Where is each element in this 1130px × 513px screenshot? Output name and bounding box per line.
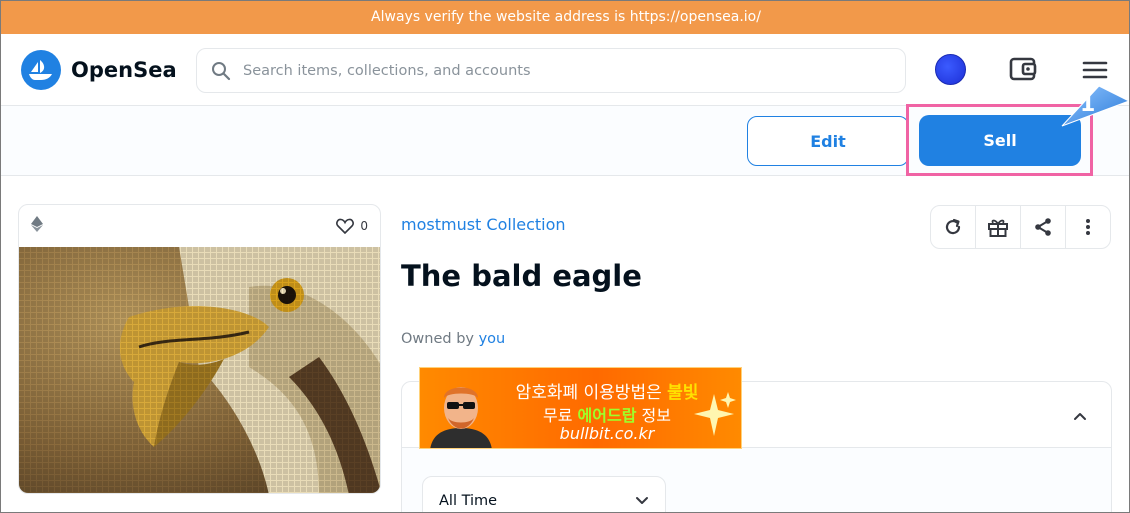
ad-subline-accent: 에어드랍 [577,406,637,425]
step-number: 1 [1080,92,1095,117]
search-bar[interactable] [196,48,906,93]
sparkle-icon [694,392,736,436]
more-icon [1086,219,1090,235]
item-action-group [930,205,1111,249]
owned-by-label: Owned by [401,331,474,347]
ad-subline: 무료 에어드랍 정보 [492,402,722,426]
panel-body: All Time [402,448,1111,512]
avatar[interactable] [935,54,966,85]
ad-banner[interactable]: 암호화폐 이용방법은 불빛 무료 에어드랍 정보 bullbit.co.kr [419,367,742,449]
more-options-button[interactable] [1066,206,1110,248]
wallet-icon[interactable] [1009,56,1037,82]
chevron-up-icon[interactable] [1073,406,1087,425]
nft-card: 0 [18,204,381,494]
refresh-icon [945,218,961,235]
refresh-button[interactable] [931,206,976,248]
item-title: The bald eagle [401,259,642,293]
ad-subline-prefix: 무료 [543,406,573,425]
nft-image[interactable] [19,247,381,494]
step-callout-arrow: 1 [1061,85,1129,127]
ad-character-image [430,387,492,448]
transfer-button[interactable] [976,206,1021,248]
share-icon [1035,218,1051,236]
sell-button[interactable]: Sell [919,115,1081,166]
like-count: 0 [360,219,368,233]
ad-headline-prefix: 암호화폐 이용방법은 [515,383,662,403]
like-button[interactable]: 0 [336,218,368,234]
time-range-select[interactable]: All Time [422,476,666,512]
ad-subline-suffix: 정보 [641,406,671,425]
time-range-value: All Time [439,493,498,509]
ad-domain: bullbit.co.kr [559,424,655,443]
collection-link[interactable]: mostmust Collection [401,215,566,234]
security-banner-text: Always verify the website address is htt… [371,9,761,25]
chevron-down-icon [636,497,648,504]
search-icon [211,61,231,81]
owner-link[interactable]: you [479,331,506,347]
share-button[interactable] [1021,206,1066,248]
ad-headline: 암호화폐 이용방법은 불빛 [492,378,722,403]
owner-line: Owned by you [401,331,505,347]
brand-logo[interactable]: OpenSea [21,50,177,90]
edit-button[interactable]: Edit [747,116,909,166]
menu-icon[interactable] [1082,60,1108,80]
security-banner: Always verify the website address is htt… [1,1,1129,34]
browser-frame: Always verify the website address is htt… [0,0,1130,513]
top-header: OpenSea [1,34,1129,106]
opensea-logo-icon [21,50,61,90]
search-input[interactable] [243,62,863,79]
ethereum-icon [31,216,43,236]
nft-card-header: 0 [19,205,380,247]
heart-icon [336,218,355,234]
brand-name: OpenSea [71,58,177,82]
transfer-gift-icon [988,219,1008,237]
